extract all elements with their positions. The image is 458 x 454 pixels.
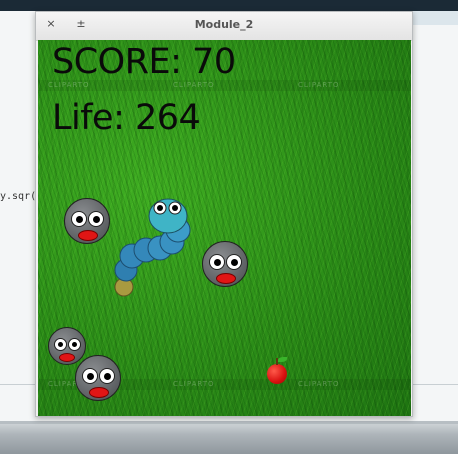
enemy-eye <box>82 368 98 384</box>
snake-head <box>148 198 188 234</box>
score-label: SCORE: 70 <box>52 42 236 82</box>
enemy-eye <box>99 368 115 384</box>
enemy-blob <box>48 327 86 365</box>
enemy-pupil <box>58 342 63 347</box>
enemy-pupil <box>72 342 77 347</box>
enemy-blob <box>75 355 121 401</box>
taskbar-edge <box>0 421 458 424</box>
enemy-eye <box>68 338 81 351</box>
enemy-blob <box>202 241 248 287</box>
enemy-eye <box>209 254 225 270</box>
enemy-mouth <box>78 230 98 241</box>
watermark-text: CLIPARTO <box>298 380 340 388</box>
apple-leaf <box>278 357 287 362</box>
enemy-pupil <box>104 373 111 380</box>
snake-pupil <box>157 205 163 211</box>
taskbar <box>0 421 458 454</box>
enemy-pupil <box>87 373 94 380</box>
enemy-blob <box>64 198 110 244</box>
watermark-text: CLIPARTO <box>173 81 215 89</box>
enemy-mouth <box>59 353 75 362</box>
enemy-pupil <box>76 216 83 223</box>
title-bar[interactable]: × ± Module_2 <box>36 12 412 41</box>
watermark-text: CLIPARTO <box>298 81 340 89</box>
game-canvas[interactable]: CLIPARTO CLIPARTO CLIPARTO CLIPARTO CLIP… <box>38 40 411 416</box>
enemy-pupil <box>231 259 238 266</box>
enemy-mouth <box>89 387 109 398</box>
enemy-eye <box>71 211 87 227</box>
snake-pupil <box>172 205 178 211</box>
enemy-pupil <box>214 259 221 266</box>
watermark-text: CLIPARTO <box>48 81 90 89</box>
life-label: Life: 264 <box>52 98 201 138</box>
enemy-eye <box>226 254 242 270</box>
enemy-mouth <box>216 273 236 284</box>
enemy-eye <box>88 211 104 227</box>
desktop-top-bar <box>0 0 458 11</box>
enemy-pupil <box>93 216 100 223</box>
background-code-snippet: y.sqr( <box>0 191 37 202</box>
game-window: × ± Module_2 CLIPARTO CLIPARTO CLIPARTO … <box>35 11 413 417</box>
window-title: Module_2 <box>194 18 254 31</box>
watermark-text: CLIPARTO <box>173 380 215 388</box>
apple-food <box>267 364 287 384</box>
enemy-eye <box>54 338 67 351</box>
background-strip <box>410 11 458 25</box>
